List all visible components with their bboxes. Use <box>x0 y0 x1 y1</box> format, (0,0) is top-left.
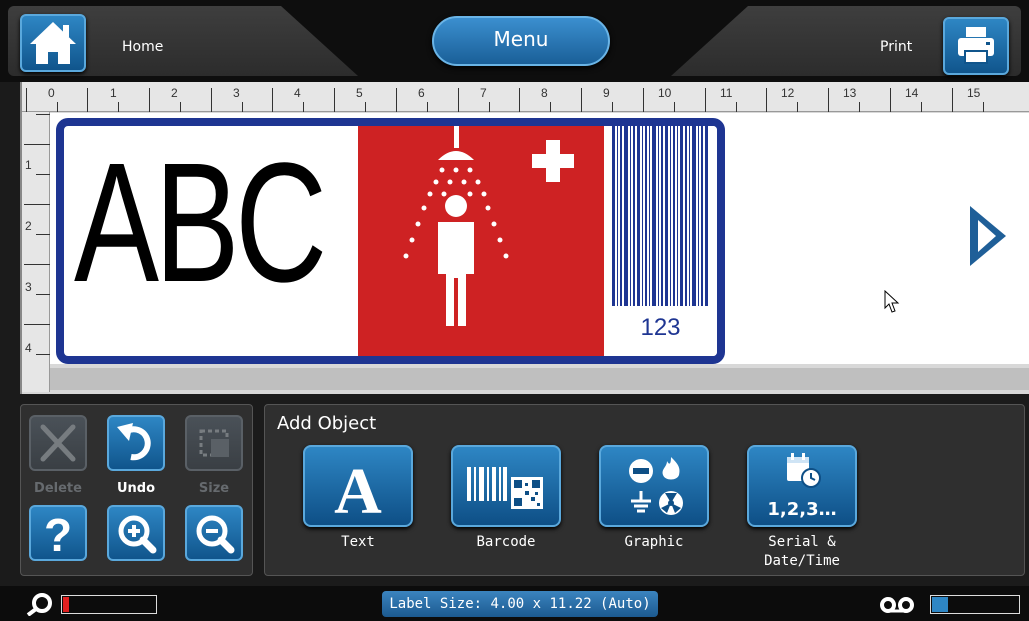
ruler-number: 3 <box>25 280 32 294</box>
barcode-object[interactable]: 123 <box>604 126 717 356</box>
delete-x-icon <box>40 424 76 462</box>
ruler-number: 5 <box>356 86 363 100</box>
ruler-number: 10 <box>658 86 672 100</box>
svg-text:?: ? <box>44 509 72 559</box>
add-barcode-button[interactable] <box>451 445 561 527</box>
zoom-out-icon <box>196 515 235 554</box>
undo-icon <box>117 423 151 461</box>
menu-button[interactable]: Menu <box>432 16 610 66</box>
ruler-number: 13 <box>843 86 857 100</box>
serial-label-line2: Date/Time <box>764 553 840 569</box>
label-supply-icon <box>880 597 914 613</box>
svg-text:A: A <box>334 455 382 525</box>
ruler-number: 9 <box>603 86 610 100</box>
help-button[interactable]: ? <box>29 505 87 561</box>
tools-panel: Delete Undo Size ? <box>20 404 253 576</box>
ruler-number: 2 <box>25 219 32 233</box>
undo-label: Undo <box>116 481 156 496</box>
safety-shower-graphic[interactable] <box>358 126 604 356</box>
print-label[interactable]: Print <box>880 39 912 55</box>
size-label: Size <box>198 481 230 496</box>
serial-label-line1: Serial & <box>768 534 836 550</box>
label-supply-meter <box>930 595 1020 614</box>
mouse-pointer-icon <box>884 290 900 313</box>
next-page-arrow-icon[interactable] <box>966 202 1010 270</box>
ruler-number: 6 <box>418 86 425 100</box>
ruler-number: 15 <box>967 86 981 100</box>
ruler-number: 0 <box>48 86 55 100</box>
vertical-ruler: 1 2 3 4 <box>22 112 50 392</box>
ruler-number: 8 <box>541 86 548 100</box>
status-bar: Label Size: 4.00 x 11.22 (Auto) <box>0 586 1029 621</box>
delete-label: Delete <box>34 481 82 496</box>
horizontal-ruler: 0 1 2 3 4 5 6 7 8 9 10 11 12 13 14 15 <box>22 82 1029 112</box>
ruler-number: 1 <box>110 86 117 100</box>
ruler-number: 2 <box>171 86 178 100</box>
ruler-number: 1 <box>25 158 32 172</box>
barcode-icon <box>467 467 543 509</box>
delete-button[interactable] <box>29 415 87 471</box>
add-text-label: Text <box>341 534 375 550</box>
safety-shower-icon <box>403 126 574 326</box>
zoom-in-icon <box>118 515 157 554</box>
label-preview[interactable]: ABC 123 <box>56 118 725 364</box>
ruler-number: 11 <box>720 86 733 100</box>
text-a-icon: A <box>334 455 382 528</box>
help-question-icon: ? <box>44 509 72 561</box>
text-object[interactable]: ABC <box>74 138 327 308</box>
barcode-number: 123 <box>640 314 681 341</box>
add-object-title: Add Object <box>277 413 377 434</box>
home-label[interactable]: Home <box>122 39 163 55</box>
ruler-number: 3 <box>233 86 240 100</box>
zoom-in-button[interactable] <box>107 505 165 561</box>
print-button[interactable] <box>943 17 1009 75</box>
add-barcode-label: Barcode <box>476 534 536 550</box>
label-size-indicator[interactable]: Label Size: 4.00 x 11.22 (Auto) <box>382 591 658 617</box>
ruler-number: 4 <box>25 341 32 355</box>
ribbon-roll-icon <box>26 593 52 616</box>
ruler-number: 14 <box>905 86 919 100</box>
ruler-number: 7 <box>480 86 487 100</box>
resize-icon <box>199 429 229 457</box>
zoom-out-button[interactable] <box>185 505 243 561</box>
add-serial-datetime-button[interactable]: 1,2,3… <box>747 445 857 527</box>
ruler-number: 12 <box>781 86 795 100</box>
ribbon-level-fill <box>63 597 69 612</box>
horizontal-scrollbar[interactable] <box>50 368 1029 390</box>
add-text-button[interactable]: A <box>303 445 413 528</box>
home-button[interactable] <box>20 14 86 72</box>
label-supply-fill <box>932 597 948 612</box>
add-object-panel: Add Object A Text Barcode Graphic 1,2,3…… <box>264 404 1025 576</box>
top-bar: Home Menu Print <box>0 0 1029 82</box>
calendar-clock-icon: 1,2,3… <box>767 453 837 520</box>
printer-icon <box>958 27 994 64</box>
size-button[interactable] <box>185 415 243 471</box>
hazard-graphic-icon <box>629 457 683 515</box>
add-graphic-button[interactable] <box>599 445 709 527</box>
undo-button[interactable] <box>107 415 165 471</box>
add-graphic-label: Graphic <box>624 534 684 550</box>
home-icon <box>30 22 76 64</box>
ribbon-level-meter <box>61 595 157 614</box>
add-serial-datetime-label: Serial & Date/Time <box>737 533 867 571</box>
label-editor: 0 1 2 3 4 5 6 7 8 9 10 11 12 13 14 15 1 … <box>20 82 1029 394</box>
ruler-number: 4 <box>294 86 301 100</box>
barcode-lines <box>612 126 708 306</box>
svg-text:1,2,3…: 1,2,3… <box>767 499 836 520</box>
